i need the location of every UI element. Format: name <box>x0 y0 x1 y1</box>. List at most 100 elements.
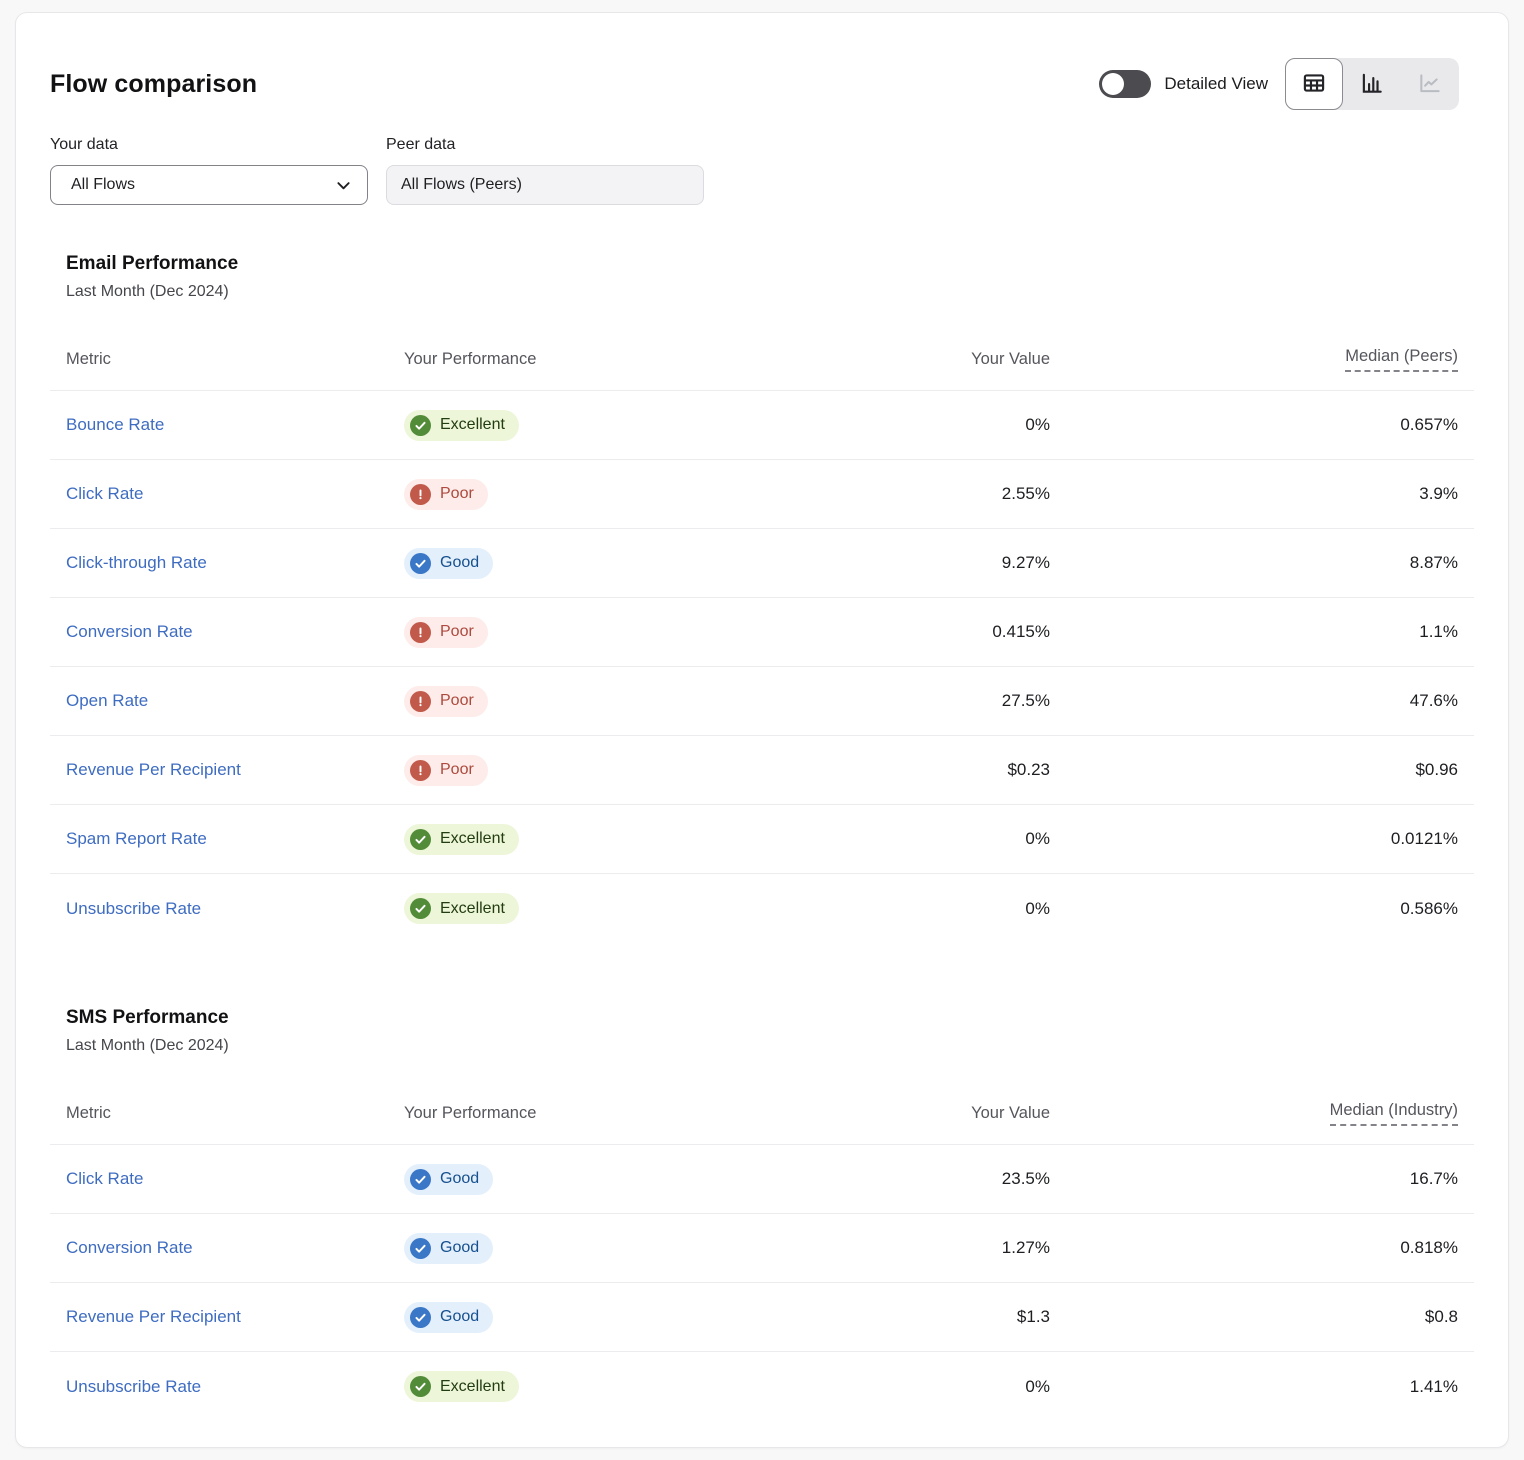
your-value-cell: 1.27% <box>696 1238 1050 1258</box>
table-row: Revenue Per Recipient Poor $0.23$0.96 <box>50 736 1474 805</box>
your-value-cell: $0.23 <box>696 760 1050 780</box>
your-data-select[interactable]: All Flows <box>50 165 368 205</box>
median-value-cell: 1.41% <box>1050 1377 1458 1397</box>
performance-badge: Good <box>404 548 493 579</box>
performance-cell: Excellent <box>404 824 696 855</box>
performance-cell: Good <box>404 548 696 579</box>
performance-badge: Excellent <box>404 410 519 441</box>
table-row: Click-through RateGood9.27%8.87% <box>50 529 1474 598</box>
metric-cell: Click-through Rate <box>66 553 404 573</box>
your-value-cell: $1.3 <box>696 1307 1050 1327</box>
metric-link[interactable]: Click Rate <box>66 484 143 503</box>
metric-link[interactable]: Click-through Rate <box>66 553 207 572</box>
page-title: Flow comparison <box>50 70 257 99</box>
metrics-table: MetricYour PerformanceYour Value Median (… <box>50 325 1474 943</box>
detailed-view-toggle-group: Detailed View <box>1099 70 1268 98</box>
metric-link[interactable]: Bounce Rate <box>66 415 164 434</box>
metric-link[interactable]: Open Rate <box>66 691 148 710</box>
metric-cell: Unsubscribe Rate <box>66 1377 404 1397</box>
check-icon <box>410 1307 431 1328</box>
check-icon <box>410 415 431 436</box>
performance-badge: Poor <box>404 479 488 510</box>
performance-badge-label: Good <box>440 1309 479 1325</box>
metric-link[interactable]: Spam Report Rate <box>66 829 207 848</box>
check-icon <box>410 1376 431 1397</box>
performance-section: Email Performance Last Month (Dec 2024) … <box>50 253 1474 943</box>
performance-badge: Poor <box>404 755 488 786</box>
performance-badge: Excellent <box>404 893 519 924</box>
table-row: Click Rate Poor 2.55%3.9% <box>50 460 1474 529</box>
metric-cell: Revenue Per Recipient <box>66 1307 404 1327</box>
table-icon <box>1301 70 1327 99</box>
table-row: Revenue Per RecipientGood$1.3$0.8 <box>50 1283 1474 1352</box>
your-value-cell: 9.27% <box>696 553 1050 573</box>
detailed-view-toggle[interactable] <box>1099 70 1151 98</box>
table-row: Click RateGood23.5%16.7% <box>50 1145 1474 1214</box>
metric-link[interactable]: Conversion Rate <box>66 622 193 641</box>
performance-cell: Excellent <box>404 893 696 924</box>
performance-badge-label: Excellent <box>440 831 505 847</box>
median-header-tooltip-trigger[interactable]: Median (Industry) <box>1330 1101 1458 1126</box>
metric-link[interactable]: Conversion Rate <box>66 1238 193 1257</box>
median-value-cell: 0.586% <box>1050 899 1458 919</box>
median-value-cell: $0.96 <box>1050 760 1458 780</box>
check-icon <box>410 898 431 919</box>
line-chart-icon <box>1417 70 1443 99</box>
metric-link[interactable]: Revenue Per Recipient <box>66 1307 241 1326</box>
median-header-tooltip-trigger[interactable]: Median (Peers) <box>1345 347 1458 372</box>
performance-cell: Good <box>404 1233 696 1264</box>
table-row: Conversion RatePoor0.415%1.1% <box>50 598 1474 667</box>
metrics-table: MetricYour PerformanceYour ValueMedian (… <box>50 1079 1474 1421</box>
performance-badge-label: Good <box>440 1240 479 1256</box>
performance-cell: Excellent <box>404 410 696 441</box>
metric-link[interactable]: Click Rate <box>66 1169 143 1188</box>
performance-badge-label: Poor <box>440 693 474 709</box>
your-data-filter: Your data All Flows <box>50 136 368 205</box>
alert-icon <box>410 760 431 781</box>
performance-cell: Poor <box>404 755 696 786</box>
performance-badge: Good <box>404 1233 493 1264</box>
data-filters: Your data All Flows Peer data All Flows … <box>50 136 1474 205</box>
alert-icon <box>410 484 431 505</box>
metric-link[interactable]: Unsubscribe Rate <box>66 899 201 918</box>
card-header: Flow comparison Detailed View <box>50 58 1459 110</box>
table-row: Unsubscribe RateExcellent0%0.586% <box>50 874 1474 943</box>
metric-cell: Conversion Rate <box>66 622 404 642</box>
column-header: Your Performance <box>404 1104 696 1123</box>
performance-cell: Excellent <box>404 1371 696 1402</box>
peer-data-field: All Flows (Peers) <box>386 165 704 205</box>
performance-badge-label: Poor <box>440 624 474 640</box>
column-header: Median (Industry) <box>1050 1101 1458 1126</box>
performance-badge-label: Excellent <box>440 417 505 433</box>
median-value-cell: 3.9% <box>1050 484 1458 504</box>
table-row: Bounce RateExcellent0%0.657% <box>50 391 1474 460</box>
performance-badge: Excellent <box>404 824 519 855</box>
column-header: Median (Peers) <box>1050 347 1458 372</box>
table-header-row: MetricYour PerformanceYour Value Median (… <box>50 325 1474 391</box>
sections: Email Performance Last Month (Dec 2024) … <box>50 253 1474 1421</box>
performance-badge: Poor <box>404 686 488 717</box>
metric-link[interactable]: Revenue Per Recipient <box>66 760 241 779</box>
bar-chart-view-button[interactable] <box>1343 58 1401 110</box>
performance-cell: Poor <box>404 617 696 648</box>
performance-badge-label: Poor <box>440 486 474 502</box>
table-body: Bounce RateExcellent0%0.657%Click RatePo… <box>50 391 1474 943</box>
table-body: Click RateGood23.5%16.7% Conversion Rate G… <box>50 1145 1474 1421</box>
peer-data-value: All Flows (Peers) <box>401 176 522 194</box>
column-header: Your Value <box>696 350 1050 369</box>
your-value-cell: 2.55% <box>696 484 1050 504</box>
metric-link[interactable]: Unsubscribe Rate <box>66 1377 201 1396</box>
performance-badge: Excellent <box>404 1371 519 1402</box>
table-header-row: MetricYour PerformanceYour ValueMedian (… <box>50 1079 1474 1145</box>
table-view-button[interactable] <box>1285 58 1343 110</box>
metric-cell: Bounce Rate <box>66 415 404 435</box>
table-row: Conversion RateGood1.27%0.818% <box>50 1214 1474 1283</box>
performance-cell: Poor <box>404 479 696 510</box>
performance-section: SMS Performance Last Month (Dec 2024) Me… <box>50 1007 1474 1421</box>
your-value-cell: 23.5% <box>696 1169 1050 1189</box>
section-subtitle: Last Month (Dec 2024) <box>50 283 1474 301</box>
column-header: Metric <box>66 350 404 369</box>
column-header: Your Performance <box>404 350 696 369</box>
alert-icon <box>410 691 431 712</box>
metric-cell: Click Rate <box>66 1169 404 1189</box>
